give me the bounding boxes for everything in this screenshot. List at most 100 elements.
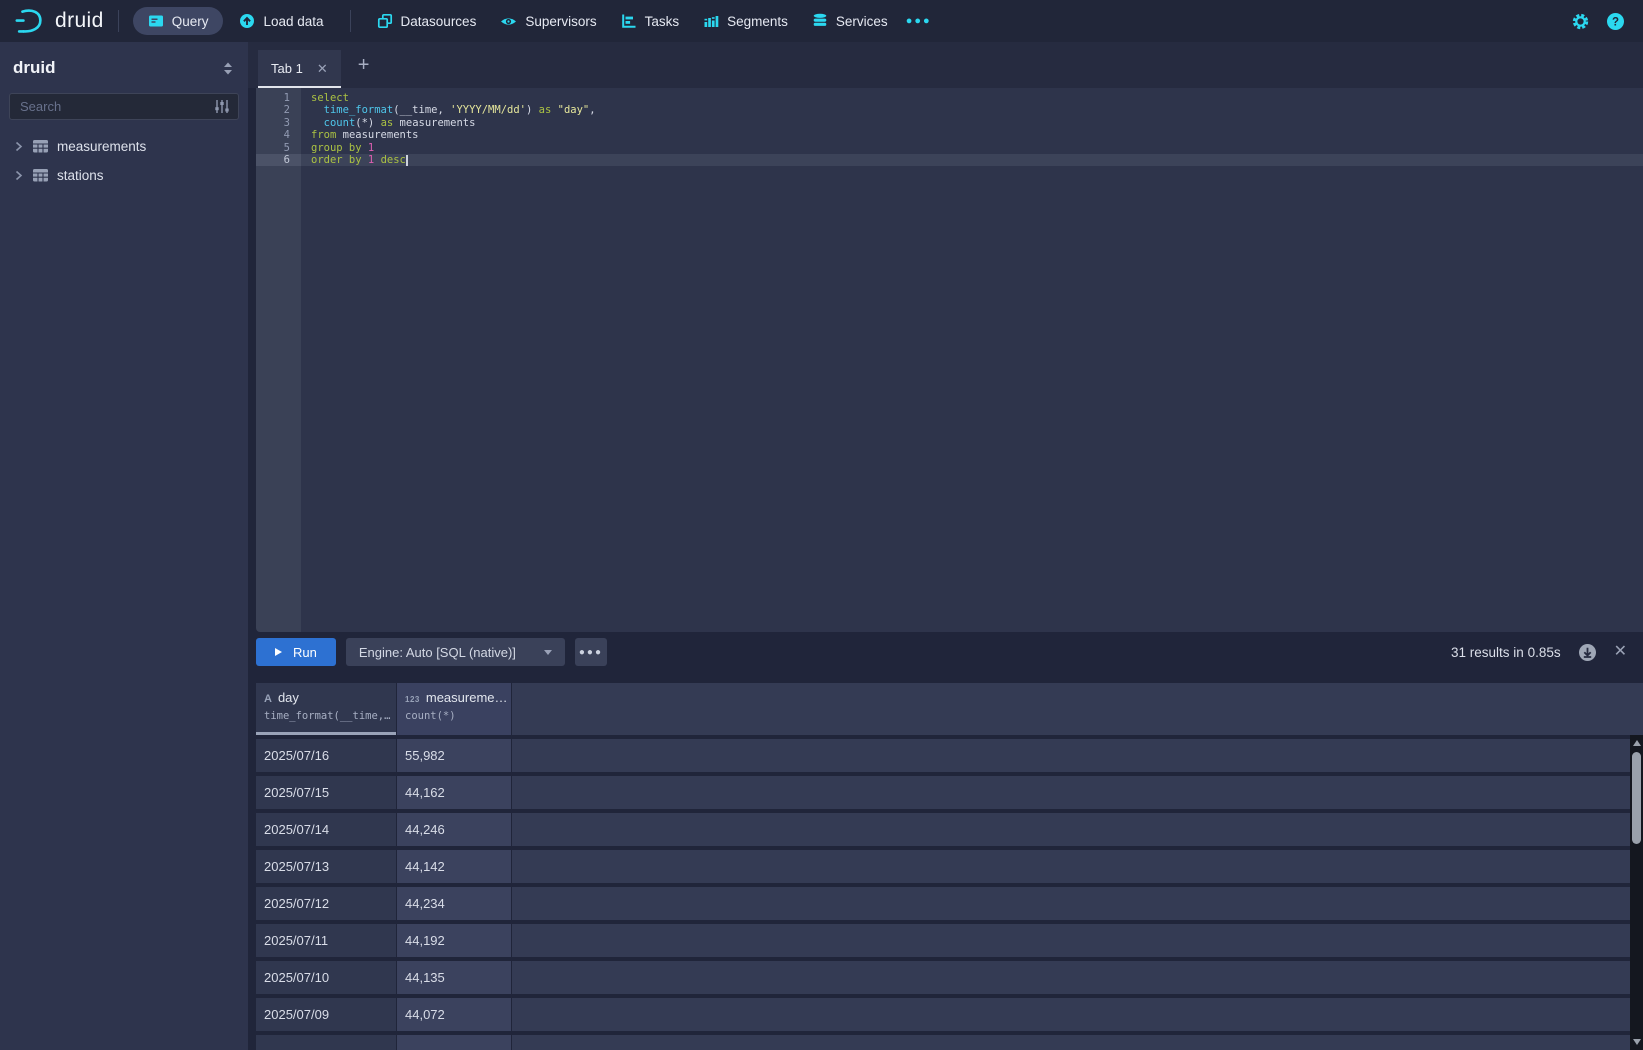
- nav-label: Services: [836, 14, 888, 29]
- database-icon: [812, 13, 828, 29]
- run-bar: Run Engine: Auto [SQL (native)] ●●● 31 r…: [256, 638, 1643, 666]
- run-label: Run: [293, 645, 317, 660]
- string-type-icon: A: [264, 693, 272, 705]
- code-token: time_format: [324, 104, 394, 116]
- search-input[interactable]: [18, 98, 214, 115]
- table-grid-icon: [33, 140, 48, 153]
- run-button[interactable]: Run: [256, 638, 336, 666]
- upload-icon: [239, 13, 255, 29]
- nav-item-segments[interactable]: Segments: [691, 7, 800, 35]
- nav-item-datasources[interactable]: Datasources: [365, 7, 489, 35]
- column-expression: time_format(__time,…: [264, 710, 396, 722]
- cell-measurements[interactable]: 44,162: [397, 776, 511, 809]
- nav-divider: [350, 10, 351, 32]
- vertical-scrollbar[interactable]: [1630, 735, 1643, 1050]
- column-header-day[interactable]: A day time_format(__time,…: [256, 683, 396, 735]
- tab-label: Tab 1: [271, 61, 303, 76]
- scrollbar-thumb[interactable]: [1632, 752, 1641, 844]
- code-line: select: [301, 92, 1643, 104]
- cell-measurements[interactable]: [397, 1035, 511, 1050]
- nav-divider: [118, 10, 119, 32]
- cell-measurements[interactable]: 44,135: [397, 961, 511, 994]
- cell-day[interactable]: 2025/07/14: [256, 813, 396, 846]
- eye-icon: [500, 14, 517, 29]
- chevron-right-icon[interactable]: [13, 141, 24, 152]
- double-caret-vertical-icon: [222, 61, 234, 76]
- code-line: time_format(__time, 'YYYY/MM/dd') as "da…: [301, 104, 1643, 116]
- results-header: A day time_format(__time,… 123 measureme…: [256, 683, 1643, 735]
- nav-item-load-data[interactable]: Load data: [227, 7, 335, 35]
- tab-1[interactable]: Tab 1 ✕: [258, 50, 341, 88]
- code-token: "day": [558, 104, 590, 116]
- cell-measurements[interactable]: 44,142: [397, 850, 511, 883]
- sidebar-item-measurements[interactable]: measurements: [0, 132, 248, 161]
- code-token: [311, 117, 324, 129]
- cell-day[interactable]: 2025/07/15: [256, 776, 396, 809]
- download-icon[interactable]: [1578, 643, 1597, 662]
- query-more-button[interactable]: ●●●: [575, 638, 607, 666]
- cell-day[interactable]: 2025/07/13: [256, 850, 396, 883]
- code-line: count(*) as measurements: [301, 117, 1643, 129]
- chevron-down-icon: [544, 650, 552, 655]
- table-row: 2025/07/1044,135: [256, 961, 1643, 994]
- gutter-line-number: 3: [256, 117, 301, 129]
- column-name: measureme…: [426, 690, 508, 705]
- code-token: ): [526, 104, 539, 116]
- column-header-measurements[interactable]: 123 measureme… count(*): [397, 683, 511, 735]
- gutter-line-number: 1: [256, 92, 301, 104]
- cell-measurements[interactable]: 44,072: [397, 998, 511, 1031]
- druid-logo-icon: [14, 8, 46, 35]
- cell-day[interactable]: [256, 1035, 396, 1050]
- header-filler: [512, 683, 1643, 735]
- nav-item-supervisors[interactable]: Supervisors: [488, 7, 608, 35]
- code-token: ,: [437, 104, 450, 116]
- cell-measurements[interactable]: 44,234: [397, 887, 511, 920]
- close-results-icon[interactable]: ✕: [1614, 644, 1627, 660]
- row-filler: [512, 813, 1643, 846]
- code-token: group by: [311, 142, 362, 154]
- code-token: __time: [400, 104, 438, 116]
- gantt-icon: [621, 13, 637, 29]
- cell-measurements[interactable]: 44,192: [397, 924, 511, 957]
- row-filler: [512, 961, 1643, 994]
- table-row: 2025/07/1544,162: [256, 776, 1643, 809]
- code-token: from: [311, 129, 336, 141]
- tab-close-icon[interactable]: ✕: [317, 62, 328, 75]
- cell-day[interactable]: 2025/07/09: [256, 998, 396, 1031]
- chevron-right-icon[interactable]: [13, 170, 24, 181]
- cell-measurements[interactable]: 44,246: [397, 813, 511, 846]
- cell-day[interactable]: 2025/07/11: [256, 924, 396, 957]
- cell-day[interactable]: 2025/07/12: [256, 887, 396, 920]
- editor-gutter: 123456: [256, 88, 301, 632]
- sliders-filter-icon[interactable]: [214, 99, 230, 114]
- nav-label: Tasks: [645, 14, 680, 29]
- add-tab-icon[interactable]: +: [358, 55, 370, 75]
- scroll-up-arrow-icon[interactable]: [1633, 740, 1641, 746]
- gear-icon[interactable]: [1571, 12, 1590, 31]
- sidebar-item-stations[interactable]: stations: [0, 161, 248, 190]
- code-token: 'YYYY/MM/dd': [450, 104, 526, 116]
- schema-selector[interactable]: druid: [0, 58, 248, 78]
- table-row: 2025/07/1144,192: [256, 924, 1643, 957]
- sql-editor[interactable]: 123456 select time_format(__time, 'YYYY/…: [256, 88, 1643, 632]
- cell-day[interactable]: 2025/07/16: [256, 739, 396, 772]
- code-token: as: [381, 117, 394, 129]
- code-area[interactable]: select time_format(__time, 'YYYY/MM/dd')…: [301, 88, 1643, 632]
- cell-measurements[interactable]: 55,982: [397, 739, 511, 772]
- druid-logo[interactable]: druid: [14, 8, 104, 35]
- nav-item-query[interactable]: Query: [133, 7, 224, 35]
- table-name-label: stations: [57, 168, 104, 183]
- scroll-down-arrow-icon[interactable]: [1633, 1039, 1641, 1045]
- gutter-line-number: 4: [256, 129, 301, 141]
- code-token: measurements: [343, 129, 419, 141]
- play-icon: [275, 648, 282, 656]
- console-icon: [148, 13, 164, 29]
- row-filler: [512, 887, 1643, 920]
- nav-more-icon[interactable]: ●●●: [900, 15, 938, 27]
- cell-day[interactable]: 2025/07/10: [256, 961, 396, 994]
- help-icon[interactable]: ?: [1606, 12, 1625, 31]
- nav-item-services[interactable]: Services: [800, 7, 900, 35]
- nav-item-tasks[interactable]: Tasks: [609, 7, 692, 35]
- nav-label: Load data: [263, 14, 323, 29]
- engine-select-button[interactable]: Engine: Auto [SQL (native)]: [346, 638, 565, 666]
